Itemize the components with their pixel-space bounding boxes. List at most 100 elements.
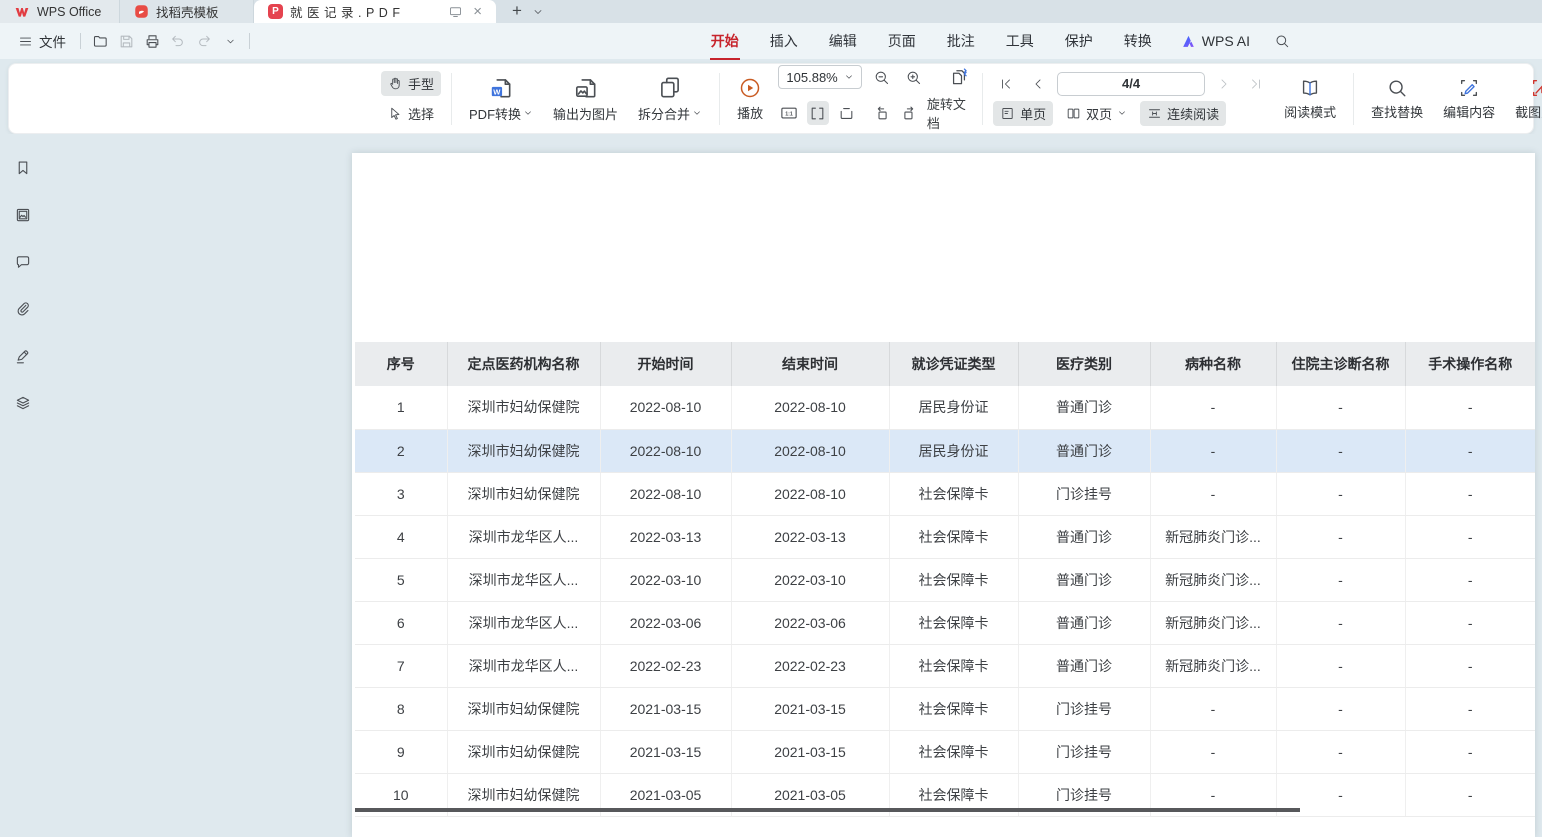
attachments-panel-button[interactable] <box>9 296 37 322</box>
table-cell: 门诊挂号 <box>1018 730 1150 773</box>
hand-tool-button[interactable]: 手型 <box>381 71 441 96</box>
wps-ai-button[interactable]: WPS AI <box>1180 33 1250 50</box>
print-button[interactable] <box>139 29 165 53</box>
wps-ai-label: WPS AI <box>1202 33 1250 49</box>
next-page-button[interactable] <box>1211 72 1237 96</box>
menu-item-转换[interactable]: 转换 <box>1122 22 1154 60</box>
rotate-right-button[interactable] <box>898 101 921 125</box>
table-cell: - <box>1276 730 1405 773</box>
table-cell: 深圳市妇幼保健院 <box>447 730 600 773</box>
bookmark-icon <box>14 159 32 177</box>
export-image-label: 输出为图片 <box>553 104 618 123</box>
menu-item-编辑[interactable]: 编辑 <box>827 22 859 60</box>
table-cell: 社会保障卡 <box>889 730 1018 773</box>
pdf-page[interactable]: 序号定点医药机构名称开始时间结束时间就诊凭证类型医疗类别病种名称住院主诊断名称手… <box>352 153 1535 837</box>
pdf-file-icon: P <box>268 4 283 19</box>
rotate-left-button[interactable] <box>870 101 893 125</box>
menu-item-工具[interactable]: 工具 <box>1004 22 1036 60</box>
table-cell: 7 <box>355 644 447 687</box>
table-cell: 普通门诊 <box>1018 644 1150 687</box>
previous-page-button[interactable] <box>1025 72 1051 96</box>
continuous-reading-button[interactable]: 连续阅读 <box>1140 101 1226 126</box>
zoom-in-button[interactable] <box>900 65 926 89</box>
fit-page-button[interactable] <box>835 101 858 125</box>
undo-button[interactable] <box>165 29 191 53</box>
table-cell: 3 <box>355 472 447 515</box>
zoom-in-icon <box>905 69 922 86</box>
table-cell: 2021-03-15 <box>600 730 731 773</box>
close-tab-icon[interactable]: × <box>473 4 482 19</box>
bookmarks-panel-button[interactable] <box>9 155 37 181</box>
table-cell: 社会保障卡 <box>889 601 1018 644</box>
table-cell: 2022-02-23 <box>600 644 731 687</box>
find-replace-button[interactable]: 查找替换 <box>1364 75 1430 123</box>
pdf-convert-button[interactable]: W PDF转换 <box>462 73 540 125</box>
table-header-row: 序号定点医药机构名称开始时间结束时间就诊凭证类型医疗类别病种名称住院主诊断名称手… <box>355 342 1535 386</box>
menu-item-批注[interactable]: 批注 <box>945 22 977 60</box>
table-cell: 2022-03-13 <box>731 515 889 558</box>
tab-list-chevron-icon[interactable] <box>532 6 544 18</box>
screen-cast-icon[interactable] <box>448 4 463 19</box>
undo-redo-chevron[interactable] <box>217 29 243 53</box>
export-image-button[interactable]: 输出为图片 <box>546 73 625 125</box>
menu-item-插入[interactable]: 插入 <box>768 22 800 60</box>
menu-item-保护[interactable]: 保护 <box>1063 22 1095 60</box>
edit-content-button[interactable]: 编辑内容 <box>1436 75 1502 123</box>
zoom-level-select[interactable]: 105.88% <box>778 65 862 89</box>
fit-width-button[interactable] <box>807 101 830 125</box>
last-page-button[interactable] <box>1243 72 1269 96</box>
table-cell: 社会保障卡 <box>889 515 1018 558</box>
split-merge-button[interactable]: 拆分合并 <box>631 73 709 125</box>
select-tool-button[interactable]: 选择 <box>381 101 441 126</box>
menu-item-页面[interactable]: 页面 <box>886 22 918 60</box>
redo-button[interactable] <box>191 29 217 53</box>
menu-item-开始[interactable]: 开始 <box>709 22 741 60</box>
play-button[interactable]: 播放 <box>730 74 770 124</box>
continuous-reading-icon <box>1147 106 1162 121</box>
header-cell: 住院主诊断名称 <box>1276 342 1405 386</box>
table-cell: 6 <box>355 601 447 644</box>
tab-bar: WPS Office 找稻壳模板 P 就医记录.PDF × + <box>0 0 1542 23</box>
actual-size-button[interactable]: 1:1 <box>778 101 801 125</box>
tab-docer-templates[interactable]: 找稻壳模板 <box>120 0 254 23</box>
table-cell: 深圳市妇幼保健院 <box>447 472 600 515</box>
menu-search-icon[interactable] <box>1274 33 1290 49</box>
double-page-button[interactable]: 双页 <box>1059 101 1134 126</box>
table-cell: - <box>1276 472 1405 515</box>
file-menu-button[interactable]: 文件 <box>10 31 74 51</box>
tab-document-pdf[interactable]: P 就医记录.PDF × <box>254 0 496 23</box>
save-icon <box>118 33 135 50</box>
thumbnails-panel-button[interactable] <box>9 202 37 228</box>
table-cell: 深圳市龙华区人... <box>447 515 600 558</box>
layers-panel-button[interactable] <box>9 390 37 416</box>
table-cell: 4 <box>355 515 447 558</box>
annotation-pen-button[interactable] <box>9 343 37 369</box>
table-cell: - <box>1405 472 1535 515</box>
comments-panel-button[interactable] <box>9 249 37 275</box>
printer-icon <box>144 33 161 50</box>
open-file-button[interactable] <box>87 29 113 53</box>
screenshot-compare-button[interactable]: 截图对比 <box>1508 75 1542 123</box>
read-mode-button[interactable]: 阅读模式 <box>1277 75 1343 123</box>
medical-records-table: 序号定点医药机构名称开始时间结束时间就诊凭证类型医疗类别病种名称住院主诊断名称手… <box>355 342 1535 817</box>
side-panel-rail <box>0 155 45 416</box>
table-cell: - <box>1150 386 1276 429</box>
page-indicator-input[interactable]: 4/4 <box>1057 72 1205 96</box>
pointer-mode-group: 手型 选择 <box>381 71 441 126</box>
table-cell: 2022-03-10 <box>731 558 889 601</box>
folder-open-icon <box>92 33 109 50</box>
hand-icon <box>388 76 403 91</box>
single-page-button[interactable]: 单页 <box>993 101 1053 126</box>
next-page-icon <box>1217 77 1231 91</box>
divider <box>1353 73 1354 125</box>
new-tab-button[interactable]: + <box>506 0 528 22</box>
tab-wps-office[interactable]: WPS Office <box>0 0 120 23</box>
first-page-button[interactable] <box>993 72 1019 96</box>
zoom-out-button[interactable] <box>868 65 894 89</box>
rotate-pages-button[interactable] <box>946 65 972 89</box>
export-image-icon <box>573 75 599 101</box>
menu-bar: 文件 开始插入编辑页面批注工具保护转换 WPS AI <box>0 23 1542 59</box>
rotate-doc-label: 旋转文档 <box>927 94 972 132</box>
save-button[interactable] <box>113 29 139 53</box>
header-cell: 序号 <box>355 342 447 386</box>
